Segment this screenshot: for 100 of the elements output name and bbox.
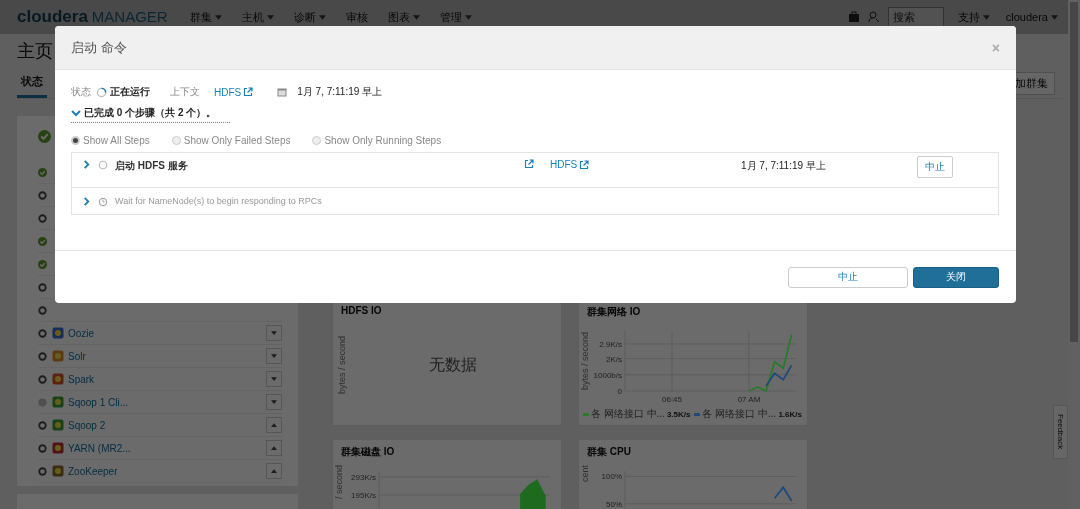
- nav-menu[interactable]: cloudera: [1005, 11, 1058, 23]
- service-link[interactable]: YARN (MR2...: [68, 442, 131, 454]
- radio-button[interactable]: [171, 135, 181, 145]
- page-title: 主页: [17, 40, 53, 63]
- service-link[interactable]: Sqoop 1 Cli...: [68, 396, 129, 408]
- step-name: 启动 HDFS 服务: [115, 159, 189, 173]
- legend-label: 各 网络接口 中...: [702, 407, 777, 421]
- caret-icon: [319, 14, 326, 20]
- tick-label: 50%: [606, 499, 622, 509]
- clock-icon: [98, 196, 108, 207]
- close-button[interactable]: ×: [991, 39, 1000, 56]
- briefcase-icon[interactable]: [847, 11, 860, 23]
- service-link[interactable]: ZooKeeper: [68, 465, 118, 477]
- service-menu-button[interactable]: [266, 417, 282, 433]
- abort-button[interactable]: 中止: [788, 266, 908, 288]
- caret-icon: [271, 377, 277, 381]
- service-menu-button[interactable]: [266, 440, 282, 456]
- nav-menu[interactable]: 支持: [957, 9, 990, 25]
- context-link[interactable]: HDFS: [214, 86, 254, 98]
- tick-label: 06:45: [662, 395, 683, 404]
- close-dialog-button[interactable]: 关闭: [913, 266, 999, 288]
- tick-label: 07 AM: [737, 395, 761, 404]
- service-menu-button[interactable]: [266, 463, 282, 479]
- tick-label: 100%: [601, 472, 622, 482]
- radio-label[interactable]: Show All Steps: [83, 134, 150, 146]
- axis-label: bytes / second: [337, 335, 347, 394]
- step-time: 1月 7, 7:11:19 早上: [741, 159, 827, 173]
- external-link-icon[interactable]: [524, 159, 534, 169]
- context-label: 上下文: [170, 85, 200, 99]
- scrollbar-thumb[interactable]: [1070, 2, 1078, 342]
- legend-label: 各 网络接口 中...: [591, 407, 665, 421]
- nav-menu[interactable]: 诊断: [294, 9, 326, 25]
- caret-icon: [413, 14, 420, 20]
- page-tab[interactable]: 状态: [17, 68, 47, 98]
- logo-brand[interactable]: cloudera: [17, 7, 88, 27]
- expand-chevron-icon[interactable]: [82, 160, 91, 169]
- chart-area: [520, 479, 546, 509]
- service-icon: [52, 465, 64, 477]
- nav-menu[interactable]: 审核: [346, 9, 368, 25]
- axis-label: / second: [334, 465, 344, 500]
- external-link-icon: [579, 159, 590, 170]
- no-data-text: 无数据: [429, 354, 477, 375]
- caret-icon: [215, 14, 222, 20]
- service-icon: [52, 419, 64, 431]
- legend-swatch: [583, 412, 589, 416]
- status-value: 正在运行: [110, 85, 150, 99]
- legend-value: 1.6K/s: [778, 409, 802, 419]
- axis-label: bytes / second: [580, 332, 590, 390]
- chart-title: 群集磁盘 IO: [341, 446, 395, 457]
- axis-label: cent: [580, 465, 590, 482]
- chart-line: [773, 485, 793, 502]
- service-menu-button[interactable]: [266, 371, 282, 387]
- service-icon: [52, 396, 64, 408]
- chart-title: HDFS IO: [341, 305, 382, 316]
- radio-label[interactable]: Show Only Running Steps: [324, 134, 442, 146]
- calendar-icon: [277, 87, 288, 97]
- service-icon: [52, 442, 64, 454]
- caret-icon: [267, 14, 274, 20]
- chart-title: 群集网络 IO: [587, 306, 641, 317]
- step-name: Wait for NameNode(s) to begin responding to RPCs: [115, 196, 322, 206]
- service-icon: [52, 327, 64, 339]
- caret-icon: [982, 14, 990, 20]
- tick-label: 195K/s: [351, 491, 376, 500]
- service-link[interactable]: Solr: [68, 350, 86, 362]
- status-label: 状态: [71, 85, 91, 99]
- service-link[interactable]: Sqoop 2: [68, 419, 106, 431]
- radio-button[interactable]: [312, 135, 322, 145]
- start-time: 1月 7, 7:11:19 早上: [297, 85, 383, 99]
- caret-icon: [271, 331, 277, 335]
- step-context-link[interactable]: HDFS: [550, 159, 590, 170]
- tick-label: 2.9K/s: [599, 339, 622, 349]
- nav-menu[interactable]: 主机: [242, 9, 274, 25]
- chart-title: 群集 CPU: [587, 446, 631, 457]
- service-icon: [52, 373, 64, 385]
- service-menu-button[interactable]: [266, 325, 282, 341]
- service-menu-button[interactable]: [266, 394, 282, 410]
- search-field[interactable]: 搜索: [887, 7, 944, 27]
- logo-product[interactable]: MANAGER: [91, 8, 168, 25]
- tick-label: 1000b/s: [593, 370, 622, 380]
- legend-value: 3.5K/s: [666, 409, 691, 419]
- caret-icon: [271, 354, 277, 358]
- service-icon: [52, 350, 64, 362]
- user-search-icon[interactable]: [867, 11, 880, 23]
- legend-swatch: [694, 412, 701, 416]
- tick-label: 293K/s: [351, 472, 376, 482]
- chevron-icon: [71, 108, 81, 118]
- caret-icon: [271, 446, 277, 450]
- service-menu-button[interactable]: [266, 348, 282, 364]
- feedback-tab[interactable]: Feedback: [1053, 405, 1068, 459]
- abort-step-button[interactable]: 中止: [917, 156, 953, 178]
- steps-summary-toggle[interactable]: 已完成 0 个步骤（共 2 个）。: [71, 104, 231, 123]
- caret-icon: [271, 423, 277, 427]
- radio-label[interactable]: Show Only Failed Steps: [183, 134, 291, 146]
- radio-button[interactable]: [71, 135, 80, 145]
- service-link[interactable]: Oozie: [68, 327, 95, 339]
- spinner-icon: [98, 160, 108, 170]
- nav-menu[interactable]: 图表: [388, 9, 420, 25]
- service-link[interactable]: Spark: [68, 373, 95, 385]
- expand-chevron-icon[interactable]: [82, 197, 91, 206]
- dialog-title: 启动 命令: [71, 38, 127, 57]
